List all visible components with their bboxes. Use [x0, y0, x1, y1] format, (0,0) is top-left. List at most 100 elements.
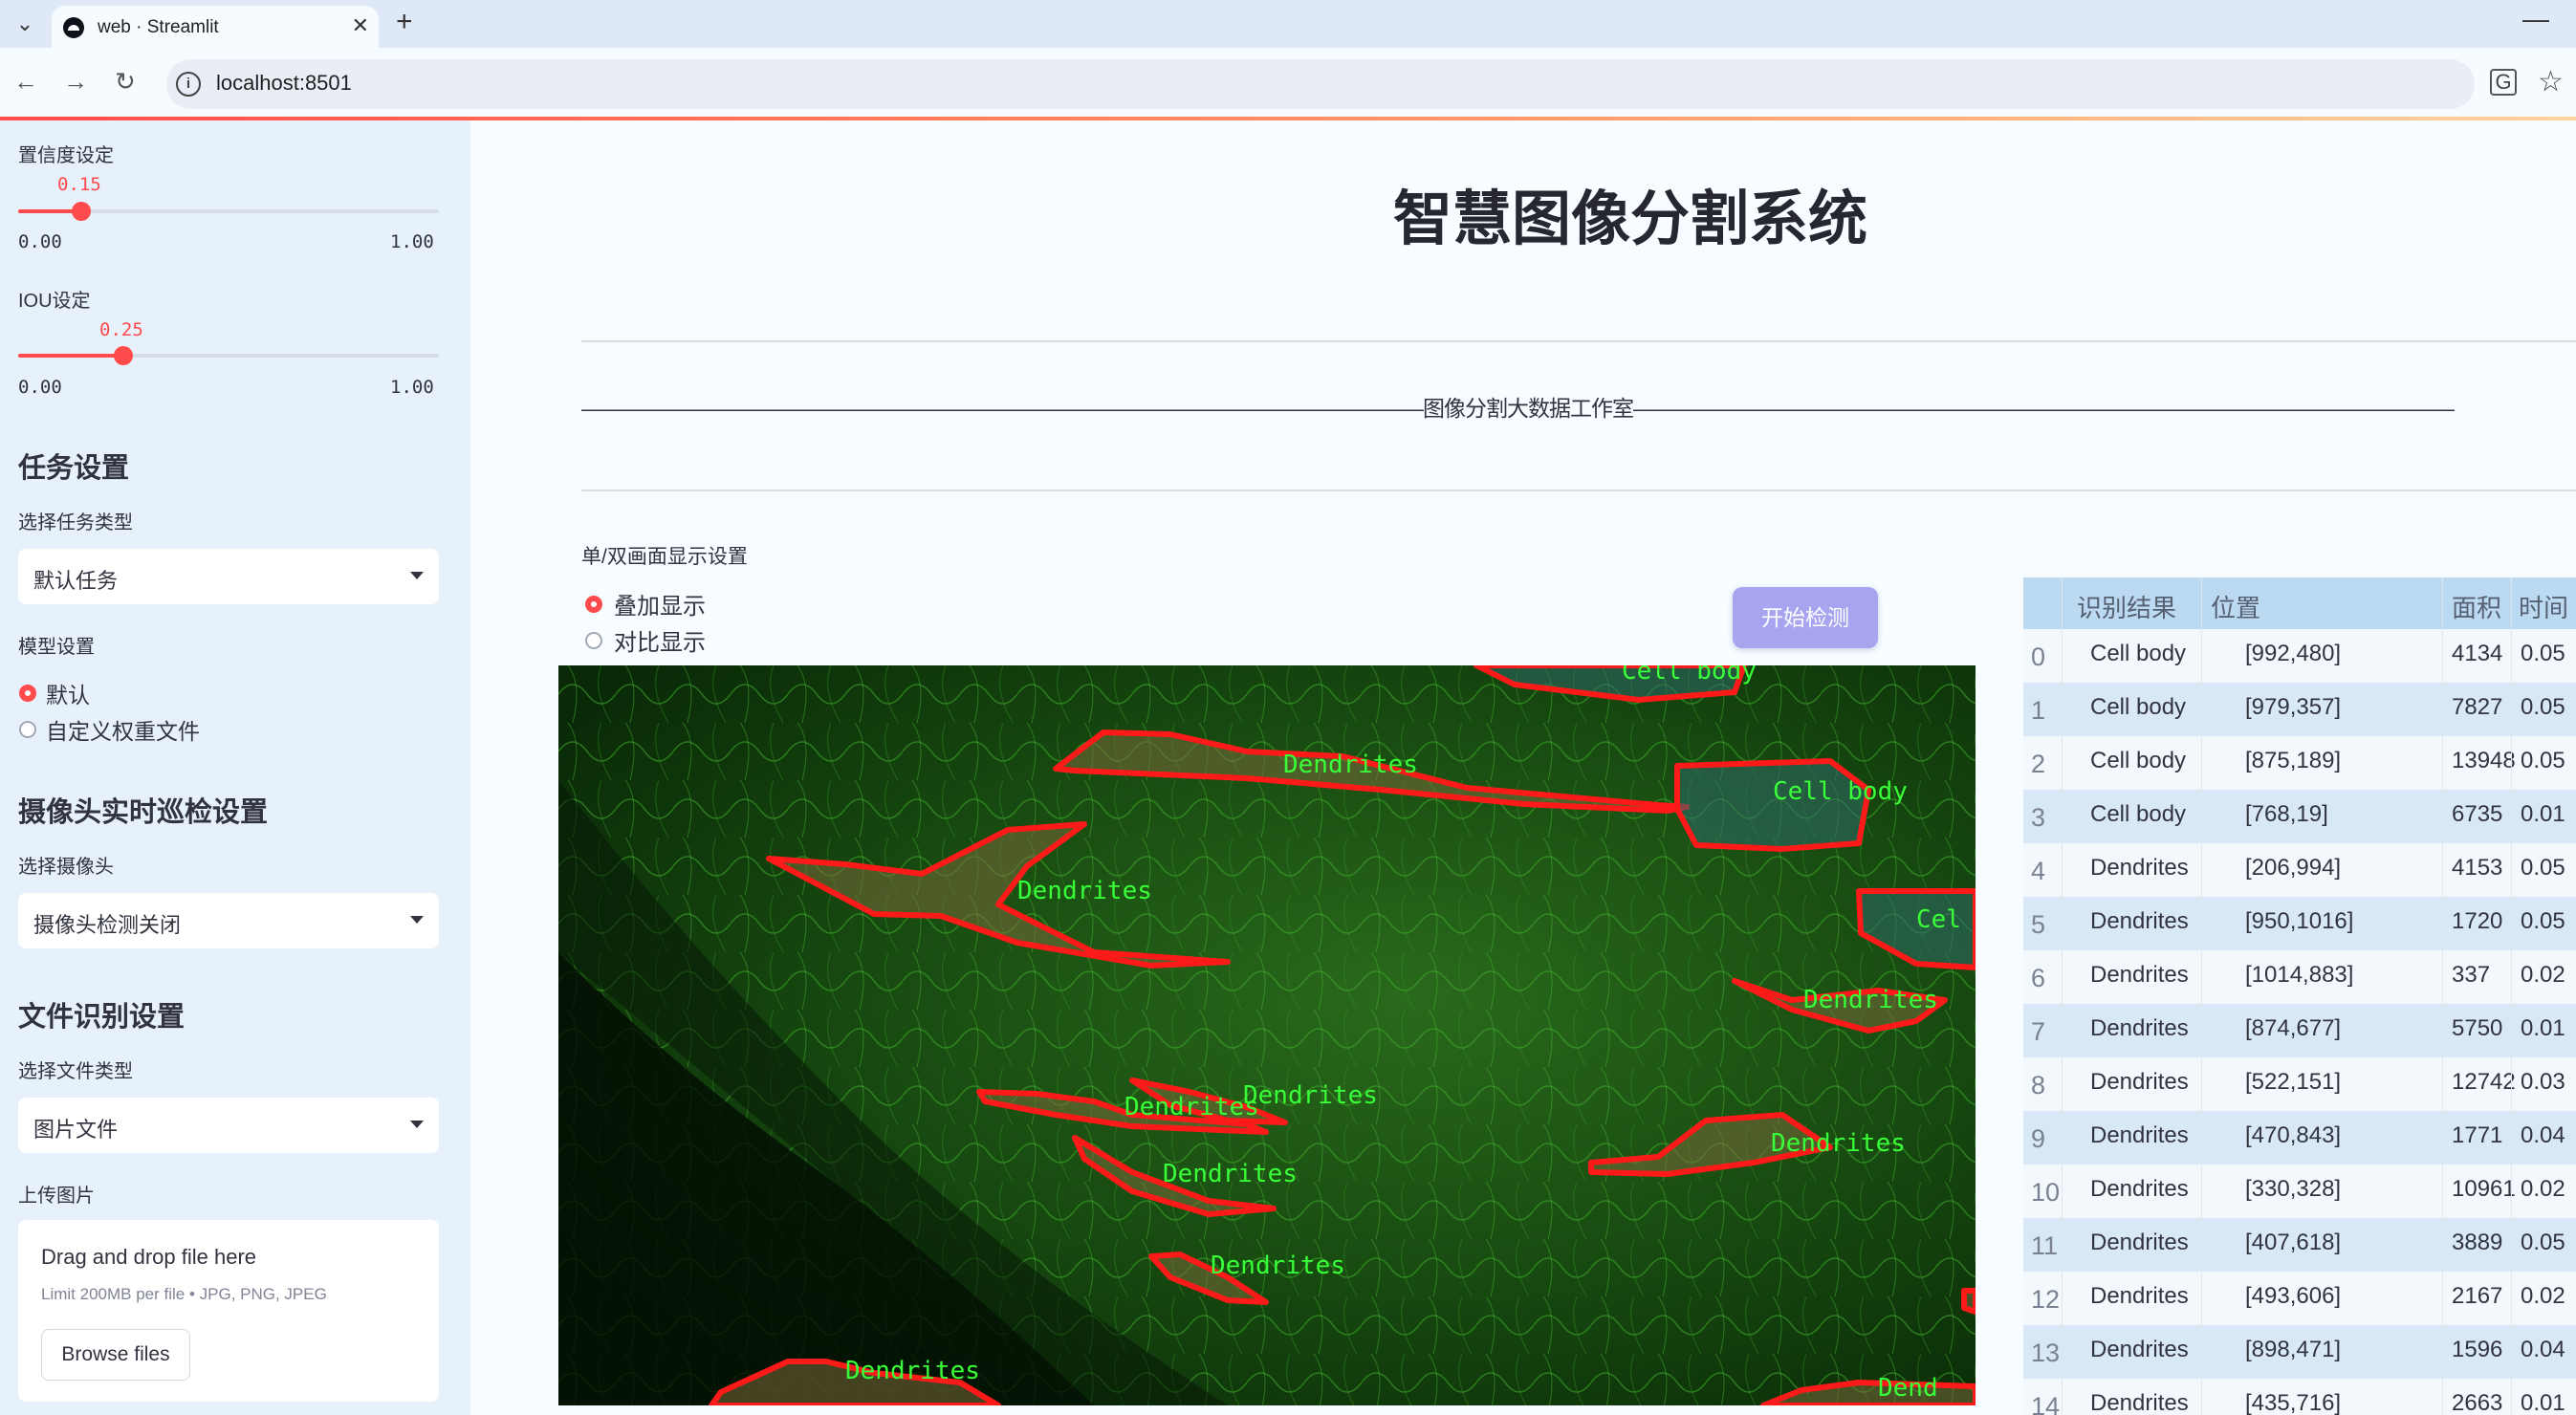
cell-area: 337 [2452, 962, 2491, 988]
confidence-slider-thumb[interactable] [72, 202, 91, 221]
table-row[interactable]: 6 Dendrites [1014,883] 337 0.02 [2023, 950, 2576, 1004]
browser-tabbar: ⌄ web · Streamlit ✕ + — [0, 0, 2576, 48]
table-row[interactable]: 7 Dendrites [874,677] 5750 0.01 [2023, 1004, 2576, 1057]
confidence-slider[interactable] [18, 202, 439, 221]
iou-label: IOU设定 [18, 291, 91, 312]
column-divider [2442, 577, 2443, 1415]
label-dendrites: Dendrites [1211, 1252, 1345, 1280]
forward-arrow-icon[interactable]: → [63, 67, 88, 97]
table-row[interactable]: 2 Cell body [875,189] 13948 0.05 [2023, 736, 2576, 790]
minimize-window-icon[interactable]: — [2522, 4, 2549, 34]
address-bar[interactable] [166, 59, 2475, 109]
cell-area: 2663 [2452, 1390, 2503, 1415]
cell-position: [898,471] [2245, 1337, 2342, 1362]
cell-result: Dendrites [2090, 1069, 2189, 1095]
iou-slider-thumb[interactable] [114, 346, 133, 365]
file-type-select[interactable]: 图片文件 [18, 1098, 439, 1153]
back-arrow-icon[interactable]: ← [13, 67, 38, 97]
bookmark-star-icon[interactable]: ☆ [2538, 65, 2564, 98]
cell-time: 0.01 [2521, 1015, 2565, 1041]
cell-position: [979,357] [2245, 694, 2342, 720]
cell-time: 0.05 [2521, 855, 2565, 881]
table-row[interactable]: 9 Dendrites [470,843] 1771 0.04 [2023, 1111, 2576, 1165]
browse-files-button[interactable]: Browse files [41, 1329, 190, 1381]
column-header-time[interactable]: 时间 [2519, 589, 2568, 624]
streamlit-favicon-icon [63, 17, 84, 38]
table-row[interactable]: 13 Dendrites [898,471] 1596 0.04 [2023, 1325, 2576, 1379]
table-row[interactable]: 4 Dendrites [206,994] 4153 0.05 [2023, 843, 2576, 897]
row-index: 13 [2031, 1339, 2061, 1367]
camera-select-value: 摄像头检测关闭 [33, 913, 182, 937]
segmentation-result-image: Cell body Dendrites Cell body Cel Dendri… [558, 665, 1976, 1405]
task-type-value: 默认任务 [33, 569, 119, 593]
radio-selected-icon[interactable] [19, 685, 36, 702]
radio-unselected-icon[interactable] [19, 721, 36, 738]
confidence-value: 0.15 [57, 174, 101, 195]
column-divider [2062, 577, 2063, 1415]
results-table[interactable]: 识别结果 位置 面积 时间 0 Cell body [992,480] 4134 0.0… [2023, 577, 2576, 1415]
cell-area: 1596 [2452, 1337, 2503, 1362]
table-row[interactable]: 5 Dendrites [950,1016] 1720 0.05 [2023, 897, 2576, 950]
cell-position: [206,994] [2245, 855, 2342, 881]
cell-area: 5750 [2452, 1015, 2503, 1041]
table-row[interactable]: 3 Cell body [768,19] 6735 0.01 [2023, 790, 2576, 843]
upload-label: 上传图片 [18, 1186, 95, 1207]
tab-title: web · Streamlit [98, 17, 219, 37]
segmentation-overlay: Cell body Dendrites Cell body Cel Dendri… [558, 665, 1976, 1405]
row-index: 3 [2031, 803, 2046, 832]
label-dendrites: Dendrites [1124, 1093, 1259, 1121]
iou-slider[interactable] [18, 346, 439, 365]
cell-position: [875,189] [2245, 748, 2342, 773]
iou-value: 0.25 [99, 319, 143, 340]
cell-time: 0.05 [2521, 694, 2565, 720]
cell-time: 0.01 [2521, 801, 2565, 827]
display-option-overlay[interactable]: 叠加显示 [585, 587, 706, 620]
camera-select[interactable]: 摄像头检测关闭 [18, 893, 439, 948]
table-row[interactable]: 14 Dendrites [435,716] 2663 0.01 [2023, 1379, 2576, 1415]
row-index: 9 [2031, 1124, 2046, 1153]
table-row[interactable]: 0 Cell body [992,480] 4134 0.05 [2023, 629, 2576, 683]
reload-icon[interactable]: ↻ [115, 67, 136, 97]
divider [581, 490, 2576, 491]
table-row[interactable]: 11 Dendrites [407,618] 3889 0.05 [2023, 1218, 2576, 1272]
translate-icon[interactable]: G [2490, 69, 2517, 96]
url-text[interactable]: localhost:8501 [216, 71, 352, 96]
label-dendrites-cut: Dend [1878, 1374, 1938, 1403]
page-title: 智慧图像分割系统 [1392, 186, 1867, 252]
camera-settings-header: 摄像头实时巡检设置 [18, 797, 269, 828]
new-tab-icon[interactable]: + [396, 6, 413, 38]
column-header-area[interactable]: 面积 [2452, 589, 2501, 624]
site-info-icon[interactable]: i [176, 72, 201, 97]
task-type-select[interactable]: 默认任务 [18, 549, 439, 604]
column-divider [2511, 577, 2512, 1415]
cell-area: 6735 [2452, 801, 2503, 827]
browser-tab[interactable]: web · Streamlit ✕ [52, 6, 379, 48]
table-row[interactable]: 12 Dendrites [493,606] 2167 0.02 [2023, 1272, 2576, 1325]
tab-list-chevron-icon[interactable]: ⌄ [8, 8, 42, 40]
cell-position: [435,716] [2245, 1390, 2342, 1415]
file-settings-header: 文件识别设置 [18, 1002, 186, 1033]
cell-position: [950,1016] [2245, 908, 2354, 934]
file-dropzone[interactable]: Drag and drop file here Limit 200MB per … [18, 1220, 439, 1402]
cell-area: 1771 [2452, 1122, 2503, 1148]
display-option-compare[interactable]: 对比显示 [585, 623, 706, 657]
cell-area: 12742 [2452, 1069, 2516, 1095]
label-dendrites: Dendrites [1771, 1129, 1906, 1158]
model-option-custom[interactable]: 自定义权重文件 [19, 713, 200, 746]
start-detection-button[interactable]: 开始检测 [1733, 587, 1878, 648]
column-header-position[interactable]: 位置 [2211, 589, 2260, 624]
table-row[interactable]: 10 Dendrites [330,328] 10961 0.02 [2023, 1165, 2576, 1218]
column-header-result[interactable]: 识别结果 [2077, 589, 2176, 624]
label-dendrites: Dendrites [1243, 1081, 1378, 1110]
model-option-default[interactable]: 默认 [19, 677, 90, 709]
task-settings-header: 任务设置 [18, 453, 130, 484]
radio-unselected-icon[interactable] [585, 631, 602, 649]
table-row[interactable]: 8 Dendrites [522,151] 12742 0.03 [2023, 1057, 2576, 1111]
row-index: 14 [2031, 1392, 2061, 1415]
close-tab-icon[interactable]: ✕ [352, 13, 369, 38]
cell-area: 10961 [2452, 1176, 2516, 1202]
table-row[interactable]: 1 Cell body [979,357] 7827 0.05 [2023, 683, 2576, 736]
radio-selected-icon[interactable] [585, 595, 602, 613]
chevron-down-icon [410, 1121, 424, 1128]
cell-area: 1720 [2452, 908, 2503, 934]
